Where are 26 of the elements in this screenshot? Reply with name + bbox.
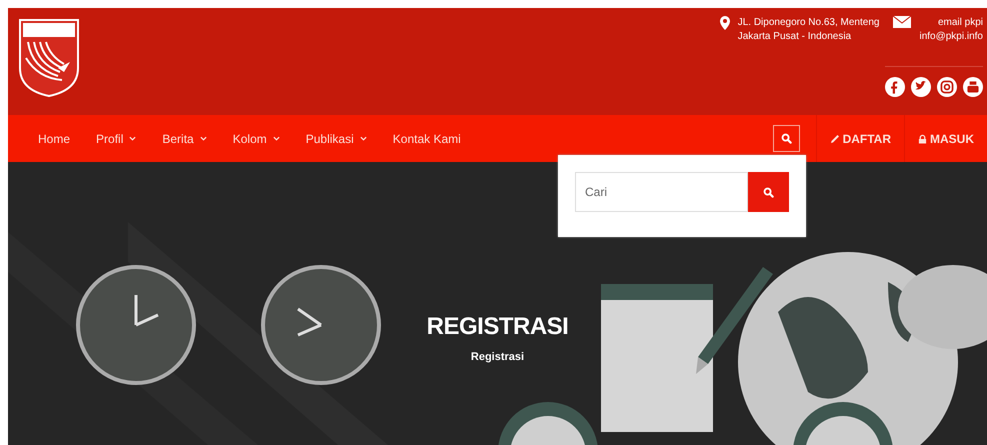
search-input-field[interactable]: Cari [575,172,748,212]
nav-menu-item[interactable]: Publikasi [298,132,385,146]
address-text: Jakarta Pusat - Indonesia [738,30,852,44]
search-submit-button[interactable] [748,172,789,212]
search-toggle-button[interactable] [772,125,800,152]
search-icon [780,133,792,144]
page-title: REGISTRASI [426,312,568,340]
nav-menu-item[interactable]: Kolom [224,132,298,146]
instagram-icon[interactable] [937,77,957,97]
email-text: email pkpi [936,16,983,30]
party-logo[interactable] [18,18,80,98]
location-pin-icon [720,16,730,30]
lock-icon [918,134,927,144]
email-text: info@pkpi.info [919,30,983,44]
facebook-icon[interactable] [885,77,905,97]
nav-menu-item[interactable]: Home [30,132,88,146]
twitter-icon[interactable] [911,77,931,97]
nav-menu-item[interactable]: Berita [154,132,225,146]
nav-menu-item[interactable]: Kontak Kami [384,132,479,146]
address-text: JL. Diponegoro No.63, Menteng [738,16,880,30]
pencil-icon [830,134,840,144]
search-icon [763,186,774,198]
breadcrumb-text: Registrasi [470,350,524,362]
envelope-icon [893,16,912,28]
nav-menu-item[interactable]: Profil [88,132,154,146]
youtube-icon[interactable] [963,77,983,97]
